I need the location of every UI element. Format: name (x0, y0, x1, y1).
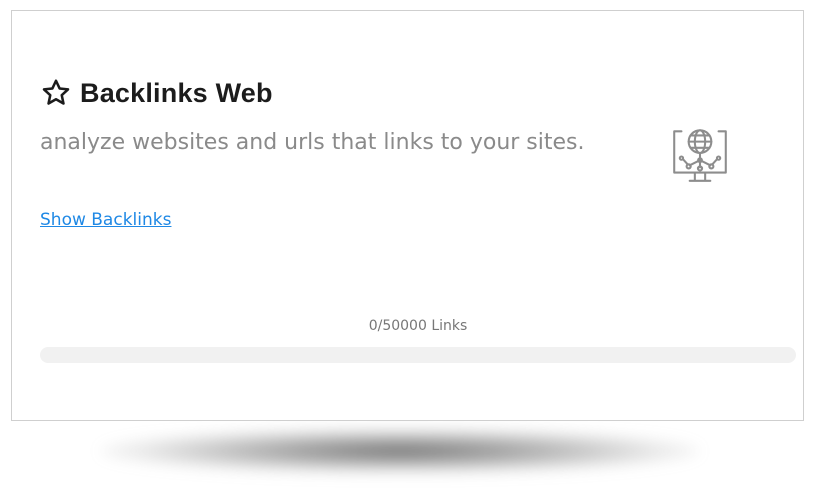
show-backlinks-link[interactable]: Show Backlinks (40, 210, 171, 230)
card-header: Backlinks Web (40, 77, 273, 109)
page: Backlinks Web analyze websites and urls … (0, 0, 815, 504)
backlinks-card: Backlinks Web analyze websites and urls … (11, 10, 804, 421)
links-count-label: 0/50000 Links (368, 318, 468, 334)
links-progress-bar (40, 347, 796, 363)
card-description: analyze websites and urls that links to … (40, 130, 585, 155)
card-drop-shadow (100, 428, 700, 474)
monitor-globe-icon (673, 129, 727, 182)
card-title: Backlinks Web (80, 77, 273, 108)
star-icon[interactable] (40, 77, 72, 109)
